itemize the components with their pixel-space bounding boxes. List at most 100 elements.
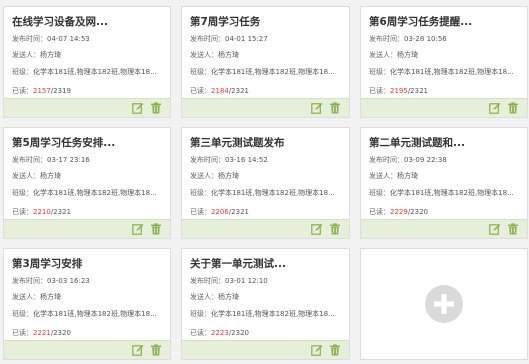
sender-row: 发送人：杨方琦: [12, 293, 170, 302]
trash-icon[interactable]: [329, 102, 341, 114]
edit-icon[interactable]: [132, 344, 144, 356]
trash-icon[interactable]: [150, 223, 162, 235]
read-label: 已读：: [12, 87, 33, 95]
notice-card[interactable]: 第3周学习安排 发布时间：03-03 16:23 发送人：杨方琦 班级：化学本1…: [3, 248, 171, 360]
card-actions: [311, 344, 341, 356]
card-actions: [132, 344, 162, 356]
read-row: 已读：2223/2320: [190, 329, 349, 338]
class-label: 班级：: [190, 189, 211, 197]
class-row: 班级：化学本181班,物理本182班,物理本18...: [190, 189, 349, 198]
read-count: 2195: [390, 87, 408, 95]
total-count: /2320: [50, 329, 72, 337]
edit-icon[interactable]: [489, 102, 501, 114]
read-label: 已读：: [12, 208, 33, 216]
publish-time-row: 发布时间：04-01 15:27: [190, 35, 349, 44]
class-value: 化学本181班,物理本182班,物理本18...: [33, 68, 157, 76]
card-actions: [132, 223, 162, 235]
publish-time-row: 发布时间：03-01 12:10: [190, 277, 349, 286]
edit-icon[interactable]: [311, 344, 323, 356]
edit-icon[interactable]: [311, 223, 323, 235]
notice-card[interactable]: 第6周学习任务提醒... 发布时间：03-28 10:56 发送人：杨方琦 班级…: [360, 6, 528, 118]
notice-card[interactable]: 在线学习设备及网... 发布时间：04-07 14:53 发送人：杨方琦 班级：…: [3, 6, 171, 118]
read-label: 已读：: [190, 329, 211, 337]
class-row: 班级：化学本181班,物理本182班,物理本18...: [190, 310, 349, 319]
notice-title[interactable]: 第3周学习安排: [12, 257, 170, 271]
card-actions: [489, 223, 519, 235]
card-footer: [182, 340, 349, 359]
publish-time-label: 发布时间：: [12, 277, 47, 285]
publish-time-value: 03-01 12:10: [225, 277, 268, 285]
plus-icon[interactable]: [425, 285, 463, 323]
notice-card[interactable]: 第三单元测试题发布 发布时间：03-16 14:52 发送人：杨方琦 班级：化学…: [181, 127, 350, 239]
notice-card[interactable]: 第5周学习任务安排... 发布时间：03-17 23:16 发送人：杨方琦 班级…: [3, 127, 171, 239]
total-count: /2321: [407, 87, 429, 95]
read-count: 2223: [211, 329, 229, 337]
sender-value: 杨方琦: [218, 172, 239, 180]
trash-icon[interactable]: [150, 344, 162, 356]
read-count: 2184: [211, 87, 229, 95]
card-actions: [489, 102, 519, 114]
notice-card[interactable]: 第7周学习任务 发布时间：04-01 15:27 发送人：杨方琦 班级：化学本1…: [181, 6, 350, 118]
edit-icon[interactable]: [489, 223, 501, 235]
class-row: 班级：化学本181班,物理本182班,物理本18...: [12, 189, 170, 198]
card-footer: [182, 219, 349, 238]
notice-title[interactable]: 在线学习设备及网...: [12, 15, 170, 29]
edit-icon[interactable]: [132, 223, 144, 235]
sender-label: 发送人：: [369, 172, 397, 180]
notice-title[interactable]: 第二单元测试题和...: [369, 136, 527, 150]
trash-icon[interactable]: [507, 223, 519, 235]
notice-card[interactable]: 关于第一单元测试... 发布时间：03-01 12:10 发送人：杨方琦 班级：…: [181, 248, 350, 360]
class-label: 班级：: [369, 189, 390, 197]
card-body: 第二单元测试题和... 发布时间：03-09 22:38 发送人：杨方琦 班级：…: [361, 128, 527, 217]
class-label: 班级：: [190, 68, 211, 76]
notice-title[interactable]: 第5周学习任务安排...: [12, 136, 170, 150]
notice-title[interactable]: 第三单元测试题发布: [190, 136, 349, 150]
publish-time-label: 发布时间：: [369, 35, 404, 43]
add-notice-card[interactable]: [360, 248, 528, 360]
sender-value: 杨方琦: [40, 293, 61, 301]
total-count: /2321: [228, 87, 250, 95]
sender-value: 杨方琦: [218, 51, 239, 59]
class-label: 班级：: [369, 68, 390, 76]
class-value: 化学本181班,物理本182班,物理本18...: [211, 68, 335, 76]
sender-row: 发送人：杨方琦: [12, 51, 170, 60]
class-row: 班级：化学本181班,物理本182班,物理本18...: [369, 189, 527, 198]
trash-icon[interactable]: [150, 102, 162, 114]
read-count: 2210: [33, 208, 51, 216]
notice-card[interactable]: 第二单元测试题和... 发布时间：03-09 22:38 发送人：杨方琦 班级：…: [360, 127, 528, 239]
trash-icon[interactable]: [329, 223, 341, 235]
card-footer: [361, 98, 527, 117]
edit-icon[interactable]: [311, 102, 323, 114]
trash-icon[interactable]: [329, 344, 341, 356]
class-row: 班级：化学本181班,物理本182班,物理本18...: [190, 68, 349, 77]
card-footer: [4, 219, 170, 238]
sender-value: 杨方琦: [397, 51, 418, 59]
card-footer: [361, 219, 527, 238]
publish-time-row: 发布时间：03-09 22:38: [369, 156, 527, 165]
notice-title[interactable]: 第7周学习任务: [190, 15, 349, 29]
sender-row: 发送人：杨方琦: [369, 51, 527, 60]
notice-title[interactable]: 关于第一单元测试...: [190, 257, 349, 271]
notice-title[interactable]: 第6周学习任务提醒...: [369, 15, 527, 29]
card-body: 关于第一单元测试... 发布时间：03-01 12:10 发送人：杨方琦 班级：…: [182, 249, 349, 338]
total-count: /2319: [50, 87, 72, 95]
edit-icon[interactable]: [132, 102, 144, 114]
sender-label: 发送人：: [12, 51, 40, 59]
card-footer: [182, 98, 349, 117]
read-row: 已读：2157/2319: [12, 87, 170, 96]
read-row: 已读：2184/2321: [190, 87, 349, 96]
card-footer: [4, 98, 170, 117]
sender-row: 发送人：杨方琦: [12, 172, 170, 181]
class-label: 班级：: [12, 310, 33, 318]
read-row: 已读：2229/2320: [369, 208, 527, 217]
sender-row: 发送人：杨方琦: [190, 172, 349, 181]
class-value: 化学本181班,物理本182班,物理本18...: [211, 189, 335, 197]
trash-icon[interactable]: [507, 102, 519, 114]
class-label: 班级：: [12, 189, 33, 197]
publish-time-label: 发布时间：: [190, 277, 225, 285]
card-footer: [4, 340, 170, 359]
card-body: 第三单元测试题发布 发布时间：03-16 14:52 发送人：杨方琦 班级：化学…: [182, 128, 349, 217]
class-row: 班级：化学本181班,物理本182班,物理本18...: [12, 68, 170, 77]
publish-time-value: 03-09 22:38: [404, 156, 447, 164]
sender-value: 杨方琦: [40, 172, 61, 180]
